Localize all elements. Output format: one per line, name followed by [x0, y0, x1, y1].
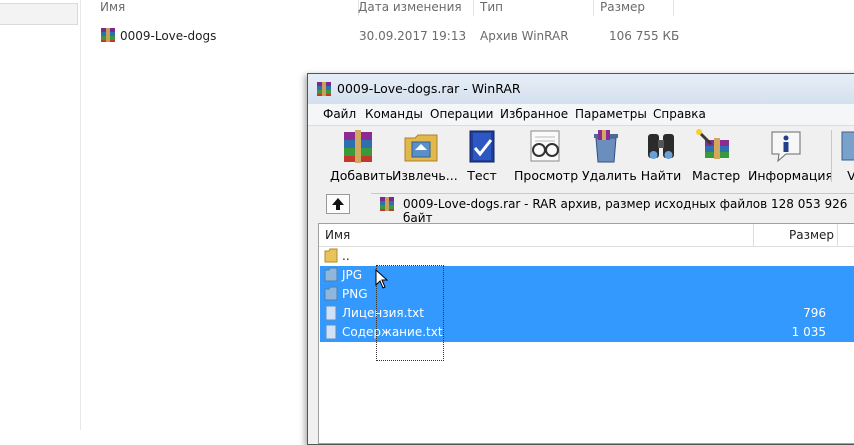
up-level-button[interactable]: [326, 194, 350, 214]
navigation-pane-selected-item[interactable]: [0, 3, 78, 25]
menu-file[interactable]: Файл: [323, 107, 356, 121]
explorer-file-size: 106 755 КБ: [609, 29, 680, 43]
delete-button-label: Удалить: [582, 168, 637, 183]
arrow-up-icon: [327, 198, 349, 216]
column-divider[interactable]: [753, 224, 754, 246]
list-item-name: JPG: [342, 268, 363, 282]
menu-options[interactable]: Параметры: [575, 107, 647, 121]
extract-folder-icon: [392, 128, 450, 164]
col-name-header[interactable]: Имя: [325, 228, 350, 242]
folder-icon: [324, 267, 338, 286]
folder-up-icon: [324, 248, 338, 267]
extract-button[interactable]: Извлечь...: [392, 128, 458, 186]
find-binoculars-icon: [640, 128, 682, 164]
list-item-name: PNG: [342, 287, 368, 301]
find-button-label: Найти: [640, 168, 682, 183]
test-button-label: Тест: [467, 168, 497, 183]
info-button-label: Информация: [748, 168, 834, 183]
title-bar[interactable]: 0009-Love-dogs.rar - WinRAR: [308, 74, 854, 105]
view-button-label: Просмотр: [514, 168, 579, 183]
address-bar: 0009-Love-dogs.rar - RAR архив, размер и…: [318, 190, 854, 225]
explorer-file-type: Архив WinRAR: [480, 29, 569, 43]
view-glasses-icon: [514, 128, 576, 164]
wizard-icon: [692, 128, 738, 164]
text-file-icon: [324, 305, 338, 324]
menu-operations[interactable]: Операции: [430, 107, 493, 121]
col-size-header[interactable]: Размер: [789, 228, 834, 242]
explorer-col-type[interactable]: Тип: [474, 0, 594, 16]
navigation-pane: [0, 0, 81, 430]
explorer-col-size[interactable]: Размер: [594, 0, 674, 16]
more-button-label: Vi: [847, 168, 854, 183]
wizard-button[interactable]: Мастер: [692, 128, 741, 186]
toolbar-separator: [831, 130, 832, 182]
more-button[interactable]: Vi: [838, 128, 854, 186]
add-archive-icon: [330, 128, 386, 164]
text-file-icon: [324, 324, 338, 343]
winrar-archive-icon: [100, 27, 116, 46]
list-item-size: 1 035: [791, 325, 826, 339]
list-item-name: ..: [342, 249, 350, 263]
folder-icon: [324, 286, 338, 305]
delete-bin-icon: [582, 128, 630, 164]
info-button[interactable]: Информация: [748, 128, 834, 186]
winrar-window: 0009-Love-dogs.rar - WinRAR Файл Команды…: [307, 73, 854, 445]
find-button[interactable]: Найти: [640, 128, 682, 186]
file-list-header: Имя Размер: [319, 224, 854, 247]
explorer-column-header: Имя Дата изменения Тип Размер: [81, 0, 854, 18]
archive-path-field[interactable]: 0009-Love-dogs.rar - RAR архив, размер и…: [371, 193, 854, 225]
menu-help[interactable]: Справка: [653, 107, 706, 121]
add-button[interactable]: Добавить: [330, 128, 393, 186]
list-item-size: 796: [803, 306, 826, 320]
add-button-label: Добавить: [330, 168, 393, 183]
explorer-col-date[interactable]: Дата изменения: [352, 0, 474, 16]
explorer-file-name: 0009-Love-dogs: [120, 29, 217, 43]
toolbar: Добавить Извлечь... Тест Просмотр Удалит…: [318, 126, 854, 186]
mouse-cursor-icon: [375, 268, 389, 292]
file-list[interactable]: Имя Размер .. JPG PNG Лицензия.txt 796 С…: [318, 223, 854, 444]
explorer-file-date: 30.09.2017 19:13: [359, 29, 467, 43]
menu-favorites[interactable]: Избранное: [500, 107, 568, 121]
test-book-icon: [462, 128, 502, 164]
list-item-parent[interactable]: ..: [320, 247, 854, 266]
explorer-file-row[interactable]: 0009-Love-dogs 30.09.2017 19:13 Архив Wi…: [96, 26, 696, 46]
explorer-col-name[interactable]: Имя: [94, 0, 359, 16]
wizard-button-label: Мастер: [692, 168, 741, 183]
info-icon: [748, 128, 824, 164]
column-divider[interactable]: [837, 224, 838, 246]
extract-button-label: Извлечь...: [392, 168, 458, 183]
menu-bar: Файл Команды Операции Избранное Параметр…: [308, 104, 854, 126]
archive-path-text: 0009-Love-dogs.rar - RAR архив, размер и…: [403, 197, 848, 225]
view-button[interactable]: Просмотр: [514, 128, 579, 186]
test-button[interactable]: Тест: [462, 128, 502, 186]
winrar-archive-icon: [379, 196, 395, 215]
menu-commands[interactable]: Команды: [365, 107, 423, 121]
window-title: 0009-Love-dogs.rar - WinRAR: [337, 81, 521, 96]
winrar-app-icon: [316, 81, 332, 100]
virus-scan-icon: [838, 128, 854, 164]
delete-button[interactable]: Удалить: [582, 128, 637, 186]
